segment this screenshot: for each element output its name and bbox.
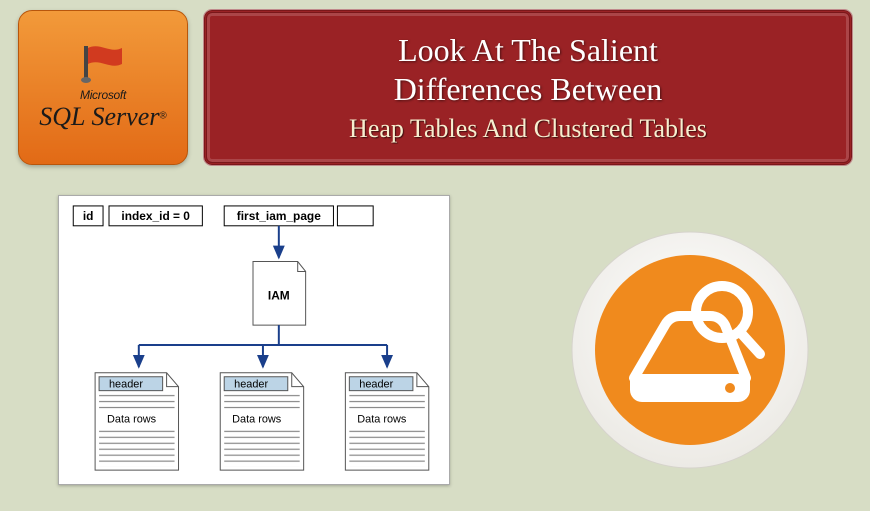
svg-text:Data rows: Data rows (357, 413, 407, 425)
banner-line2: Differences Between (394, 70, 663, 108)
iam-page: IAM (253, 262, 306, 326)
logo-product: SQL Server (39, 102, 159, 131)
svg-text:header: header (234, 379, 268, 391)
svg-text:Data rows: Data rows (232, 413, 282, 425)
logo-trademark: ® (159, 110, 166, 121)
svg-text:Data rows: Data rows (107, 413, 157, 425)
title-banner: Look At The Salient Differences Between … (204, 10, 852, 165)
heap-diagram: id index_id = 0 first_iam_page IAM (58, 195, 450, 485)
svg-text:header: header (359, 379, 393, 391)
data-page-3: header Data rows (345, 373, 428, 470)
data-page-2: header Data rows (220, 373, 303, 470)
svg-text:index_id = 0: index_id = 0 (121, 209, 190, 223)
sql-server-flag-icon (80, 44, 126, 84)
svg-text:IAM: IAM (268, 288, 290, 302)
branch-lines (139, 325, 387, 367)
drive-search-icon (570, 230, 810, 470)
banner-line1: Look At The Salient (398, 31, 658, 69)
logo-company: Microsoft (80, 88, 126, 102)
banner-subtitle: Heap Tables And Clustered Tables (349, 114, 707, 144)
svg-text:first_iam_page: first_iam_page (237, 209, 321, 223)
sys-table-row: id index_id = 0 first_iam_page (73, 206, 373, 226)
svg-text:header: header (109, 379, 143, 391)
data-page-1: header Data rows (95, 373, 178, 470)
sql-server-logo: Microsoft SQL Server® (18, 10, 188, 165)
svg-text:id: id (83, 209, 94, 223)
